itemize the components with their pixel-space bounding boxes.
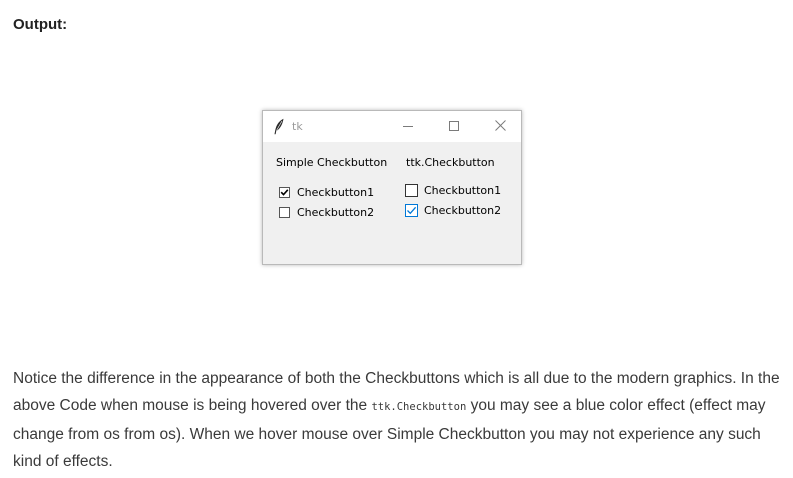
checkbox-checked[interactable] [279,187,290,198]
window-titlebar[interactable]: tk [263,111,521,142]
close-button[interactable] [477,111,523,142]
ttk-checkbutton-label: ttk.Checkbutton [406,156,495,169]
output-heading: Output: [13,16,68,33]
tk-window: tk Simple Checkbutton ttk.Checkbutton Ch… [262,110,522,265]
ttk-checkbutton-2[interactable]: Checkbutton2 [405,204,501,217]
minimize-icon [403,118,413,136]
maximize-icon [449,118,459,136]
ttk-checkbutton-1[interactable]: Checkbutton1 [405,184,501,197]
minimize-button[interactable] [385,111,431,142]
checkbox-unchecked[interactable] [279,207,290,218]
checkbutton-text: Checkbutton1 [297,186,375,199]
checkbutton-text: Checkbutton2 [424,204,502,217]
checkbutton-text: Checkbutton2 [297,206,375,219]
explanation-paragraph: Notice the difference in the appearance … [13,365,783,475]
window-title: tk [292,120,303,133]
simple-checkbutton-label: Simple Checkbutton [276,156,388,169]
simple-checkbutton-1[interactable]: Checkbutton1 [279,186,374,199]
window-client-area: Simple Checkbutton ttk.Checkbutton Check… [263,142,521,264]
inline-code: ttk.Checkbutton [371,400,467,413]
checkbutton-text: Checkbutton1 [424,184,502,197]
simple-checkbutton-2[interactable]: Checkbutton2 [279,206,374,219]
checkbox-unchecked[interactable] [405,184,418,197]
maximize-button[interactable] [431,111,477,142]
close-icon [494,118,506,136]
feather-icon [273,118,285,135]
checkbox-checked[interactable] [405,204,418,217]
